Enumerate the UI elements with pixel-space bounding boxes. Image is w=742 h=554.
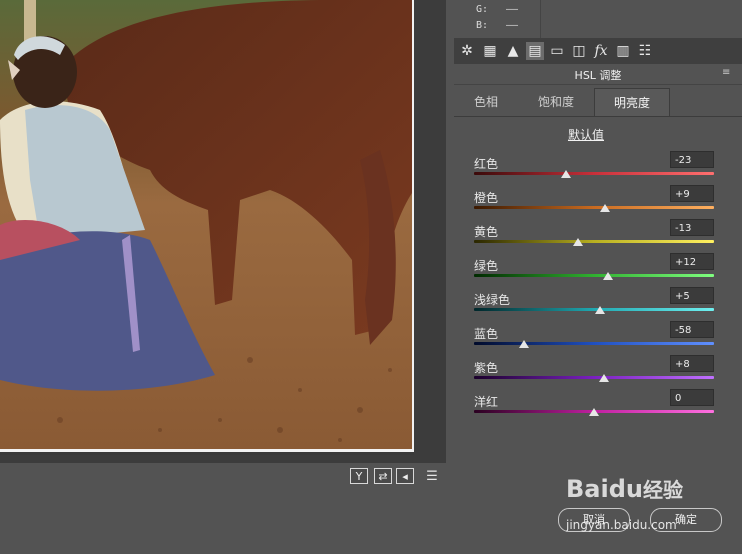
slider-track[interactable]: [474, 240, 714, 243]
slider-value-input[interactable]: -13: [670, 219, 714, 236]
slider-label: 橙色: [474, 191, 499, 205]
g-value: ——: [506, 4, 519, 15]
slider-track[interactable]: [474, 274, 714, 277]
camera-calibration-icon[interactable]: ▥: [614, 42, 632, 60]
hsl-icon[interactable]: ▤: [526, 42, 544, 60]
slider-value-input[interactable]: -58: [670, 321, 714, 338]
slider-label: 绿色: [474, 259, 499, 273]
g-label: G:: [476, 4, 489, 15]
presets-icon[interactable]: ☷: [636, 42, 654, 60]
tab-saturation[interactable]: 饱和度: [526, 88, 586, 116]
panel-menu-icon[interactable]: ≡: [722, 68, 732, 78]
cancel-button[interactable]: 取消: [558, 508, 630, 532]
fx-icon[interactable]: fx: [592, 42, 610, 60]
slider-row: 蓝色 -58: [474, 321, 724, 359]
slider-thumb[interactable]: [561, 170, 572, 178]
canvas-margin-bottom: [0, 455, 446, 463]
slider-track[interactable]: [474, 342, 714, 345]
b-value: ——: [506, 20, 519, 31]
sliders-icon[interactable]: ☰: [422, 468, 442, 486]
canvas-margin: [414, 0, 446, 463]
slider-thumb[interactable]: [595, 306, 605, 314]
slider-value-input[interactable]: +9: [670, 185, 714, 202]
slider-row: 浅绿色 +5: [474, 287, 724, 325]
slider-track[interactable]: [474, 172, 714, 175]
slider-label: 红色: [474, 157, 499, 171]
slider-value-input[interactable]: +8: [670, 355, 714, 372]
slider-row: 洋红 0: [474, 389, 724, 427]
slider-track[interactable]: [474, 206, 714, 209]
slider-thumb[interactable]: [573, 238, 584, 246]
split-tone-icon[interactable]: ▭: [548, 42, 566, 60]
slider-track[interactable]: [474, 308, 714, 311]
panel-tab-bar: ✲ ▦ ▲ ▤ ▭ ◫ fx ▥ ☷: [454, 38, 742, 64]
slider-label: 黄色: [474, 225, 499, 239]
swap-icon[interactable]: ⇄: [374, 468, 392, 484]
aperture-icon[interactable]: ✲: [458, 42, 476, 60]
hsl-subtabs: 色相 饱和度 明亮度: [454, 88, 742, 117]
slider-thumb[interactable]: [603, 272, 614, 280]
before-after-toggle-button[interactable]: Y: [350, 468, 368, 484]
tab-hue[interactable]: 色相: [458, 88, 514, 116]
grid-icon[interactable]: ▦: [481, 42, 499, 60]
slider-value-input[interactable]: -23: [670, 151, 714, 168]
slider-thumb[interactable]: [589, 408, 599, 416]
default-link[interactable]: 默认值: [454, 126, 718, 143]
slider-track[interactable]: [474, 376, 714, 379]
slider-thumb[interactable]: [598, 374, 609, 382]
panel-title: HSL 调整: [574, 69, 622, 82]
slider-value-input[interactable]: +5: [670, 287, 714, 304]
slider-thumb[interactable]: [599, 204, 610, 212]
slider-row: 黄色 -13: [474, 219, 724, 257]
dialog-footer: 取消 确定: [0, 491, 742, 554]
b-label: B:: [476, 20, 489, 31]
photo-preview-area: [0, 0, 446, 463]
camera-raw-panel: G: —— B: —— ✲ ▦ ▲ ▤ ▭ ◫ fx ▥ ☷ HSL 调整 ≡ …: [454, 0, 742, 554]
slider-label: 浅绿色: [474, 293, 511, 307]
rgb-readout: G: —— B: ——: [454, 0, 742, 38]
slider-row: 紫色 +8: [474, 355, 724, 393]
ok-button[interactable]: 确定: [650, 508, 722, 532]
panel-header: HSL 调整 ≡: [454, 64, 742, 85]
lens-icon[interactable]: ◫: [570, 42, 588, 60]
slider-value-input[interactable]: +12: [670, 253, 714, 270]
mountains-icon[interactable]: ▲: [504, 42, 522, 60]
slider-label: 蓝色: [474, 327, 499, 341]
tab-luminance[interactable]: 明亮度: [594, 88, 670, 116]
slider-row: 绿色 +12: [474, 253, 724, 291]
photo-preview: [0, 0, 414, 452]
arrow-left-icon[interactable]: ◂: [396, 468, 414, 484]
slider-row: 橙色 +9: [474, 185, 724, 223]
readout-divider: [540, 0, 541, 38]
slider-value-input[interactable]: 0: [670, 389, 714, 406]
slider-thumb[interactable]: [519, 340, 530, 348]
slider-label: 洋红: [474, 395, 499, 409]
slider-label: 紫色: [474, 361, 499, 375]
slider-row: 红色 -23: [474, 151, 724, 189]
view-toolbar: Y ⇄ ◂ ☰: [0, 463, 454, 491]
